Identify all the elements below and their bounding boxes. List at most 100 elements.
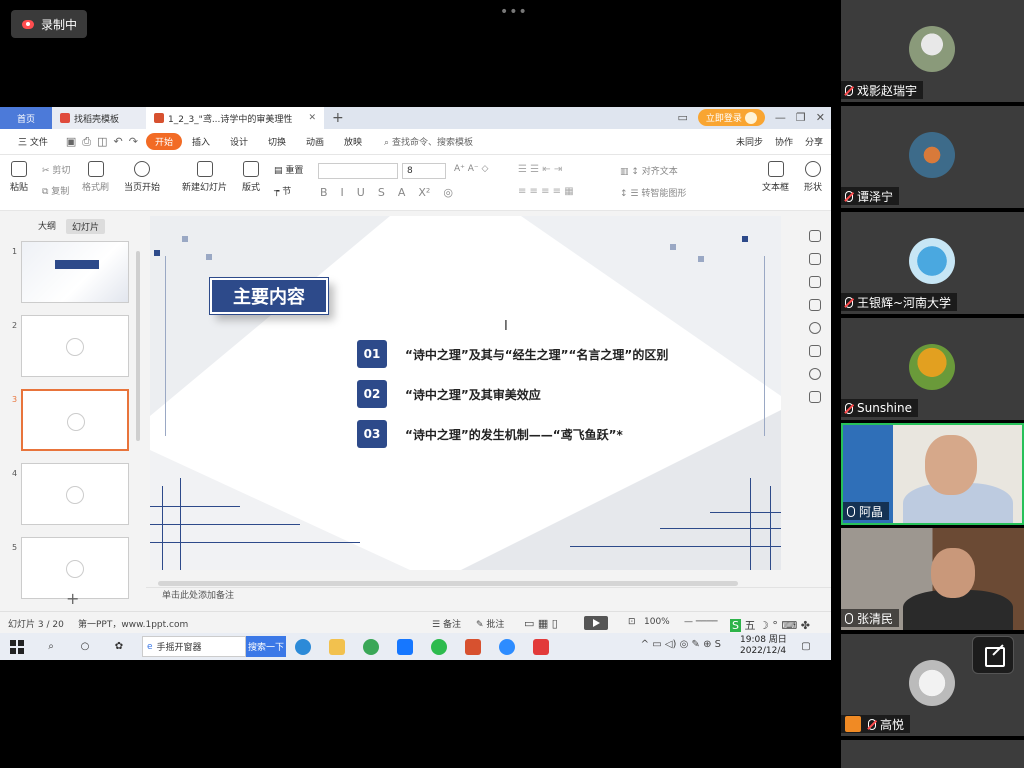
sync-status[interactable]: 未同步: [736, 135, 763, 148]
more-options-icon[interactable]: •••: [500, 4, 528, 20]
share-screen-icon[interactable]: [972, 636, 1014, 674]
tv-app-icon[interactable]: [524, 633, 558, 660]
font-size-adjust[interactable]: A⁺ A⁻ ◇: [454, 164, 488, 174]
comments-toggle[interactable]: ✎ 批注: [476, 617, 504, 630]
edge-icon[interactable]: [286, 633, 320, 660]
copy-button[interactable]: ⧉ 复制: [42, 184, 69, 197]
menu-slideshow[interactable]: 放映: [334, 135, 372, 148]
agenda-item[interactable]: 03 “诗中之理”的发生机制——“鸢飞鱼跃”*: [357, 420, 623, 448]
slide-title[interactable]: 主要内容: [209, 277, 329, 315]
participant-tile[interactable]: [841, 740, 1024, 768]
font-name-select[interactable]: [318, 163, 398, 179]
horizontal-scrollbar[interactable]: [158, 581, 738, 586]
save-icon[interactable]: ▣: [66, 135, 76, 149]
slide-thumbnail-4[interactable]: [21, 463, 129, 525]
notes-toggle[interactable]: ☰ 备注: [432, 617, 461, 630]
participant-tile[interactable]: 戏影赵瑞宇: [841, 0, 1024, 102]
print-icon[interactable]: ⎙: [82, 135, 91, 149]
task-view-icon[interactable]: ○: [68, 633, 102, 660]
tab-slides[interactable]: 幻灯片: [66, 219, 106, 234]
font-color-button[interactable]: A: [398, 186, 406, 199]
browser-address[interactable]: e 手摇开窗器: [142, 636, 246, 657]
search-go-button[interactable]: 搜索一下: [246, 636, 286, 657]
view-switcher[interactable]: ▭ ▦ ▯: [524, 617, 558, 630]
location-icon[interactable]: [809, 368, 821, 380]
pin-icon[interactable]: [809, 276, 821, 288]
notification-icon[interactable]: ▢: [789, 633, 823, 660]
paste-button[interactable]: 粘贴: [10, 161, 28, 193]
folder-icon[interactable]: [320, 633, 354, 660]
help-icon[interactable]: [809, 322, 821, 334]
bold-button[interactable]: B: [320, 186, 328, 199]
wechat-icon[interactable]: [422, 633, 456, 660]
slide-thumbnail-2[interactable]: [21, 315, 129, 377]
collaborate-button[interactable]: 协作: [775, 135, 793, 148]
meeting-app-icon[interactable]: [388, 633, 422, 660]
command-search[interactable]: ⌕ 查找命令、搜索模板: [372, 135, 473, 148]
menu-animation[interactable]: 动画: [296, 135, 334, 148]
menu-design[interactable]: 设计: [220, 135, 258, 148]
list-group[interactable]: ☰ ☰ ⇤ ⇥: [518, 164, 562, 175]
new-tab-button[interactable]: +: [324, 110, 352, 126]
font-size-select[interactable]: 8: [402, 163, 446, 179]
participant-tile-active-speaker[interactable]: 阿晶: [841, 423, 1024, 525]
tab-template[interactable]: 找稻壳模板: [52, 107, 146, 129]
copy-format-icon[interactable]: [809, 299, 821, 311]
start-current-slide-button[interactable]: 当页开始: [124, 161, 160, 193]
adjust-icon[interactable]: [809, 253, 821, 265]
clock[interactable]: 19:08 周日 2022/12/4: [740, 635, 787, 657]
slide-canvas[interactable]: 主要内容 01 “诗中之理”及其与“经生之理”“名言之理”的区别 02 “诗中之…: [150, 216, 781, 570]
redo-icon[interactable]: ↷: [129, 135, 138, 149]
restore-button[interactable]: ❐: [796, 111, 806, 124]
format-painter-button[interactable]: 格式刷: [82, 161, 109, 193]
align-group[interactable]: ≡ ≡ ≡ ≡ ▦: [518, 186, 574, 197]
slide-thumbnail-3[interactable]: [21, 389, 129, 451]
slideshow-play-button[interactable]: [584, 616, 608, 630]
agenda-item[interactable]: 02 “诗中之理”及其审美效应: [357, 380, 541, 408]
rocket-icon[interactable]: [809, 230, 821, 242]
ime-indicator[interactable]: S 五 ☽ ° ⌨ ✤: [730, 617, 810, 633]
slide-thumbnail-1[interactable]: [21, 241, 129, 303]
layout-icon[interactable]: ▭: [677, 111, 687, 124]
notes-area[interactable]: 单击此处添加备注: [146, 587, 831, 603]
start-button[interactable]: [0, 633, 34, 660]
recording-indicator[interactable]: 录制中: [11, 10, 88, 38]
superscript-button[interactable]: X²: [418, 186, 430, 199]
slide-panel-scrollbar[interactable]: [136, 251, 140, 441]
zoom-icon[interactable]: [490, 633, 524, 660]
agenda-item[interactable]: 01 “诗中之理”及其与“经生之理”“名言之理”的区别: [357, 340, 668, 368]
minimize-button[interactable]: —: [775, 111, 786, 124]
new-slide-button[interactable]: 新建幻灯片: [182, 161, 227, 193]
participant-tile[interactable]: 谭泽宁: [841, 106, 1024, 208]
menu-start[interactable]: 开始: [145, 133, 182, 150]
wps-ppt-icon[interactable]: [456, 633, 490, 660]
menu-insert[interactable]: 插入: [182, 135, 220, 148]
participant-tile[interactable]: Sunshine: [841, 318, 1024, 420]
undo-icon[interactable]: ↶: [114, 135, 123, 149]
align-text-button[interactable]: ▥ ↕ 对齐文本: [620, 164, 678, 177]
app-icon[interactable]: ✿: [102, 633, 136, 660]
participant-tile[interactable]: 王银辉~河南大学: [841, 212, 1024, 314]
reset-button[interactable]: ▤ 重置: [274, 163, 303, 176]
media-icon[interactable]: [809, 345, 821, 357]
menu-file[interactable]: 三 文件: [8, 135, 58, 148]
tab-document[interactable]: 1_2_3_"鸢...诗学中的审美理性 ✕: [146, 107, 324, 129]
cut-button[interactable]: ✂ 剪切: [42, 163, 70, 176]
section-button[interactable]: ┮ 节: [274, 184, 291, 197]
bookmark-icon[interactable]: [809, 391, 821, 403]
zoom-level[interactable]: 100%: [644, 617, 670, 627]
menu-transition[interactable]: 切换: [258, 135, 296, 148]
close-tab-icon[interactable]: ✕: [308, 113, 316, 123]
share-button[interactable]: 分享: [805, 135, 823, 148]
strike-button[interactable]: S: [378, 186, 385, 199]
tab-outline[interactable]: 大纲: [38, 219, 56, 234]
zoom-slider[interactable]: — ────: [684, 617, 718, 627]
preview-icon[interactable]: ◫: [97, 135, 107, 149]
ie-icon[interactable]: [354, 633, 388, 660]
participant-tile[interactable]: 张清民: [841, 528, 1024, 630]
login-button[interactable]: 立即登录: [697, 109, 765, 126]
smartart-button[interactable]: ↕ ☰ 转智能图形: [620, 186, 686, 199]
tab-home[interactable]: 首页: [0, 107, 52, 129]
fit-icon[interactable]: ⊡: [628, 617, 636, 627]
shape-button[interactable]: 形状: [804, 161, 822, 193]
